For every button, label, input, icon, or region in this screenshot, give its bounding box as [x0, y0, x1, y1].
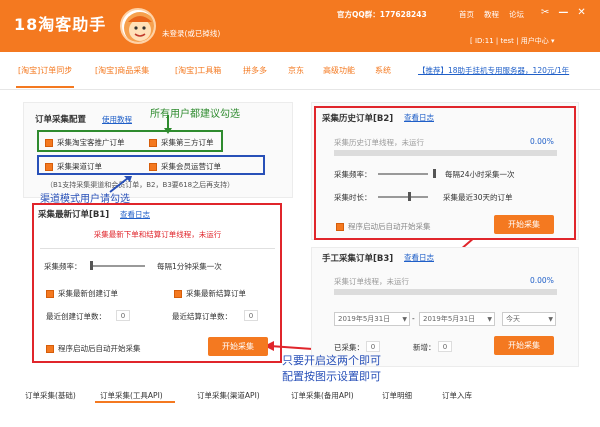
b1-count-settle-label: 最近结算订单数： [172, 312, 232, 321]
bottom-tabs: 订单采集(基础) 订单采集(工具API) 订单采集(渠道API) 订单采集(备用… [0, 383, 600, 405]
b3-title: 手工采集订单[B3] [322, 254, 394, 264]
btab-backup-api[interactable]: 订单采集(备用API) [291, 390, 354, 401]
btab-order-details[interactable]: 订单明细 [382, 390, 412, 401]
b2-status: 采集历史订单线程，未运行 [334, 138, 424, 147]
b3-added-label: 新增： [413, 343, 436, 352]
b3-status: 采集订单线程，未运行 [334, 277, 409, 286]
chevron-down-icon: ▼ [487, 316, 492, 323]
b1-title: 采集最新订单[B1] [38, 210, 110, 220]
btab-tool-api[interactable]: 订单采集(工具API) [100, 390, 163, 401]
b2-percent: 0.00% [530, 137, 554, 146]
active-bottom-tab-indicator [95, 401, 175, 403]
chevron-down-icon: ▼ [402, 316, 407, 323]
checkbox-checked-icon [336, 222, 344, 231]
b1-status: 采集最新下单和结算订单线程，未运行 [93, 230, 222, 239]
b2-freq-value: 每隔24小时采集一次 [445, 170, 515, 179]
b2-time-slider[interactable] [378, 196, 428, 198]
b2-log-link[interactable]: 查看日志 [404, 112, 434, 123]
b1-freq-value: 每隔1分钟采集一次 [157, 262, 222, 271]
b2-time-value: 采集最近30天的订单 [443, 193, 513, 202]
annotation-red-note: 只要开启这两个即可 配置按图示设置即可 [282, 354, 381, 383]
b2-start-button[interactable]: 开始采集 [494, 215, 554, 234]
chevron-down-icon: ▼ [548, 316, 553, 323]
checkbox-checked-icon [46, 289, 54, 298]
checkbox-b1-settle-orders[interactable]: 采集最新结算订单 [174, 288, 246, 299]
b1-log-link[interactable]: 查看日志 [120, 209, 150, 220]
date-separator: - [412, 314, 415, 323]
b3-date-to[interactable]: 2019年5月31日 ▼ [419, 312, 495, 326]
btab-channel-api[interactable]: 订单采集(渠道API) [197, 390, 260, 401]
b3-added: 0 [438, 341, 452, 352]
b3-date-from[interactable]: 2019年5月31日 ▼ [334, 312, 410, 326]
b3-collected: 0 [366, 341, 380, 352]
b1-freq-slider[interactable] [90, 265, 145, 267]
b3-log-link[interactable]: 查看日志 [404, 252, 434, 263]
checkbox-b1-new-orders[interactable]: 采集最新创建订单 [46, 288, 118, 299]
b1-count-new: 0 [116, 310, 130, 321]
btab-order-import[interactable]: 订单入库 [442, 390, 472, 401]
b2-time-label: 采集时长： [334, 193, 372, 202]
b2-progress-bar [334, 150, 557, 156]
b3-progress-bar [334, 289, 557, 295]
b1-freq-label: 采集频率： [44, 262, 82, 271]
b2-title: 采集历史订单[B2] [322, 114, 394, 124]
checkbox-checked-icon [174, 289, 182, 298]
checkbox-b1-auto-start[interactable]: 程序启动后自动开始采集 [46, 343, 141, 354]
b3-percent: 0.00% [530, 276, 554, 285]
b2-freq-slider-thumb[interactable] [433, 169, 436, 178]
b1-start-button[interactable]: 开始采集 [208, 337, 268, 356]
checkbox-b2-auto-start[interactable]: 程序启动后自动开始采集 [336, 221, 431, 232]
b1-divider [40, 248, 275, 249]
b2-freq-label: 采集频率： [334, 170, 372, 179]
b2-freq-slider[interactable] [378, 173, 428, 175]
b1-freq-slider-thumb[interactable] [90, 261, 93, 270]
b3-start-button[interactable]: 开始采集 [494, 336, 554, 355]
btab-basic[interactable]: 订单采集(基础) [25, 390, 76, 401]
checkbox-checked-icon [46, 344, 54, 353]
b3-date-range-select[interactable]: 今天 ▼ [502, 312, 556, 326]
b1-count-new-label: 最近创建订单数： [46, 312, 106, 321]
b3-collected-label: 已采集： [334, 343, 364, 352]
b1-count-settle: 0 [244, 310, 258, 321]
b2-time-slider-thumb[interactable] [408, 192, 411, 201]
